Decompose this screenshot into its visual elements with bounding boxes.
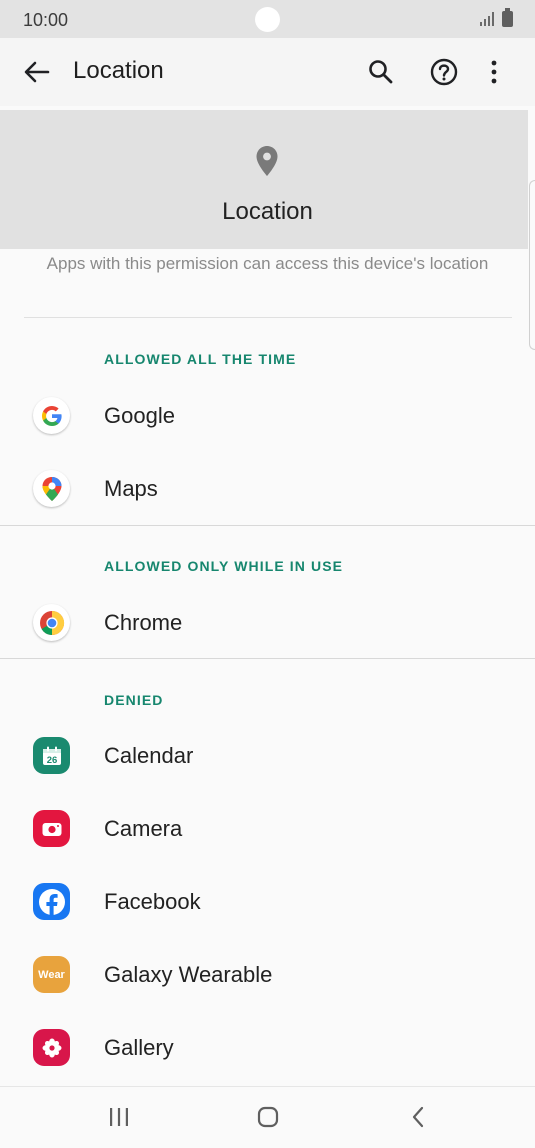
camera-icon	[33, 810, 70, 847]
app-label: Galaxy Wearable	[104, 962, 273, 987]
back-icon[interactable]	[405, 1105, 431, 1129]
gallery-icon	[33, 1029, 70, 1066]
scrollbar[interactable]	[529, 180, 535, 350]
search-icon[interactable]	[362, 53, 400, 91]
app-row-maps[interactable]: Maps	[0, 453, 535, 525]
app-label: Facebook	[104, 889, 201, 914]
facebook-icon	[33, 883, 70, 920]
app-label: Camera	[104, 816, 183, 841]
more-options-icon[interactable]	[475, 53, 513, 91]
wear-icon-text: Wear	[38, 968, 65, 981]
app-label: Maps	[104, 476, 158, 501]
maps-icon	[33, 470, 70, 507]
app-row-google[interactable]: Google	[0, 380, 535, 452]
app-row-camera[interactable]: Camera	[0, 793, 535, 865]
section-header-allowed-all-time: ALLOWED ALL THE TIME	[104, 351, 297, 367]
recent-apps-icon[interactable]	[104, 1105, 134, 1129]
app-row-galaxy-wearable[interactable]: Wear Galaxy Wearable	[0, 939, 535, 1011]
back-arrow-icon[interactable]	[18, 53, 56, 91]
status-bar: 10:00	[0, 0, 535, 38]
signal-icon	[480, 12, 496, 31]
page-title: Location	[73, 57, 164, 84]
app-label: Calendar	[104, 743, 194, 768]
permission-header: Location	[0, 110, 528, 249]
app-row-facebook[interactable]: Facebook	[0, 866, 535, 938]
section-divider	[0, 525, 535, 526]
wear-icon: Wear	[33, 956, 70, 993]
app-label: Gallery	[104, 1035, 174, 1060]
app-bar: Location	[0, 38, 535, 106]
calendar-icon: 26	[33, 737, 70, 774]
google-icon	[33, 397, 70, 434]
section-header-allowed-while-in-use: ALLOWED ONLY WHILE IN USE	[104, 558, 344, 574]
permission-title: Location	[222, 198, 313, 225]
section-divider	[0, 658, 535, 659]
status-time: 10:00	[23, 10, 69, 30]
divider	[24, 317, 512, 318]
chrome-icon	[33, 604, 70, 641]
battery-icon	[502, 8, 513, 27]
app-row-chrome[interactable]: Chrome	[0, 587, 535, 659]
home-icon[interactable]	[256, 1105, 280, 1129]
section-header-denied: DENIED	[104, 692, 164, 708]
navigation-bar	[0, 1087, 535, 1148]
app-row-gallery[interactable]: Gallery	[0, 1012, 535, 1084]
app-row-calendar[interactable]: 26 Calendar	[0, 720, 535, 792]
location-pin-icon	[249, 143, 285, 184]
app-label: Chrome	[104, 610, 183, 635]
calendar-icon-text: 26	[46, 755, 57, 766]
camera-cutout	[255, 7, 280, 32]
help-icon[interactable]	[425, 53, 463, 91]
permission-description: Apps with this permission can access thi…	[46, 254, 489, 273]
app-label: Google	[104, 403, 175, 428]
